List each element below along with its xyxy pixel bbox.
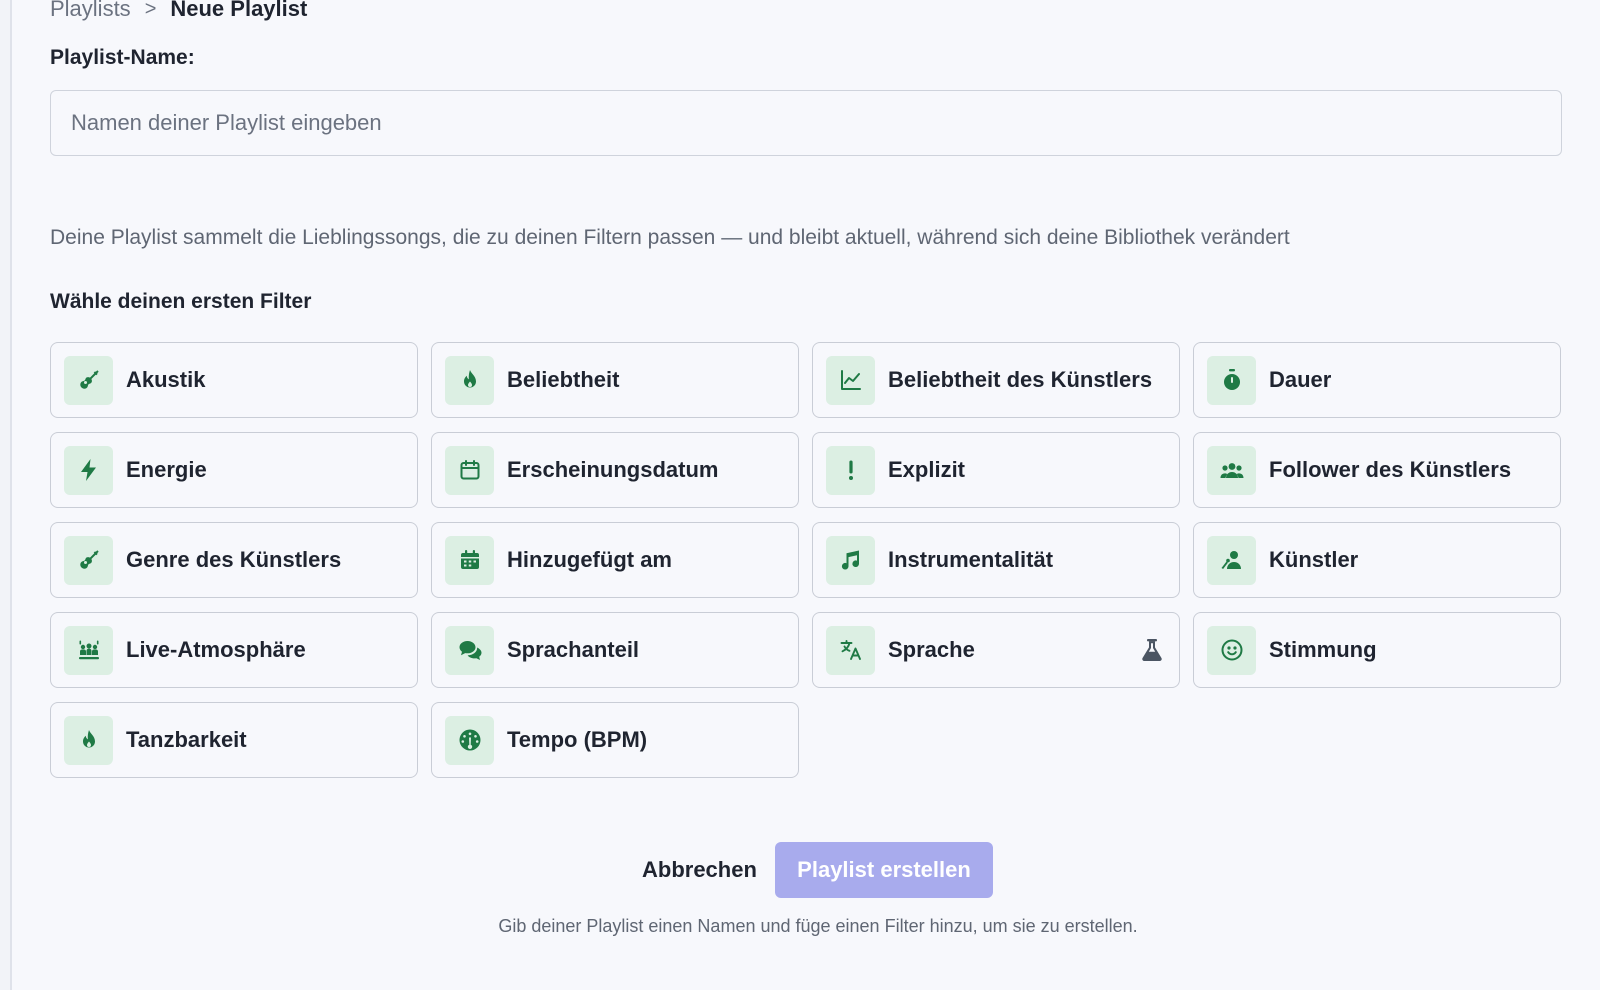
form-actions: Abbrechen Playlist erstellen	[50, 842, 1562, 898]
filter-option-sprache[interactable]: Sprache	[812, 612, 1180, 688]
filter-option-label: Energie	[126, 457, 207, 482]
filter-option-label: Genre des Künstlers	[126, 547, 342, 572]
filter-option-label: Tempo (BPM)	[507, 727, 648, 752]
chart-line-icon	[826, 355, 875, 405]
filter-option-tempo-bpm[interactable]: Tempo (BPM)	[431, 702, 799, 778]
filter-option-label: Live-Atmosphäre	[126, 637, 306, 662]
gauge-icon	[445, 715, 494, 765]
artist-icon	[1207, 535, 1256, 585]
breadcrumb: Playlists > Neue Playlist	[50, 0, 307, 24]
left-sidebar-edge	[0, 0, 12, 990]
translate-icon	[826, 625, 875, 675]
filter-option-label: Instrumentalität	[888, 547, 1054, 572]
smiley-icon	[1207, 625, 1256, 675]
flame-icon	[64, 715, 113, 765]
filter-option-akustik[interactable]: Akustik	[50, 342, 418, 418]
playlist-name-input[interactable]	[50, 90, 1562, 156]
lightning-icon	[64, 445, 113, 495]
guitar-icon	[64, 535, 113, 585]
playlist-name-label: Playlist-Name:	[50, 46, 195, 69]
filter-option-instrumentalitaet[interactable]: Instrumentalität	[812, 522, 1180, 598]
filter-option-tanzbarkeit[interactable]: Tanzbarkeit	[50, 702, 418, 778]
filter-option-label: Beliebtheit des Künstlers	[888, 367, 1153, 392]
filter-option-label: Stimmung	[1269, 637, 1377, 662]
filter-option-label: Dauer	[1269, 367, 1332, 392]
create-playlist-button[interactable]: Playlist erstellen	[775, 842, 993, 898]
filter-option-label: Sprache	[888, 637, 975, 662]
exclamation-icon	[826, 445, 875, 495]
filter-option-sprachanteil[interactable]: Sprachanteil	[431, 612, 799, 688]
flame-icon	[445, 355, 494, 405]
create-hint-text: Gib deiner Playlist einen Namen und füge…	[498, 916, 1138, 936]
audience-icon	[64, 625, 113, 675]
filter-option-energie[interactable]: Energie	[50, 432, 418, 508]
filter-option-label: Hinzugefügt am	[507, 547, 672, 572]
filter-option-follower-des-kuenstlers[interactable]: Follower des Künstlers	[1193, 432, 1561, 508]
breadcrumb-playlists-link[interactable]: Playlists	[50, 0, 131, 24]
filter-option-genre-des-kuenstlers[interactable]: Genre des Künstlers	[50, 522, 418, 598]
calendar-filled-icon	[445, 535, 494, 585]
users-icon	[1207, 445, 1256, 495]
filter-option-dauer[interactable]: Dauer	[1193, 342, 1561, 418]
filter-option-explizit[interactable]: Explizit	[812, 432, 1180, 508]
filter-option-beliebtheit[interactable]: Beliebtheit	[431, 342, 799, 418]
filter-option-label: Follower des Künstlers	[1269, 457, 1512, 482]
create-hint: Gib deiner Playlist einen Namen und füge…	[50, 916, 1562, 937]
filter-option-label: Explizit	[888, 457, 966, 482]
filter-option-label: Beliebtheit	[507, 367, 620, 392]
filter-heading: Wähle deinen ersten Filter	[50, 290, 312, 313]
chat-bubbles-icon	[445, 625, 494, 675]
filter-option-label: Tanzbarkeit	[126, 727, 247, 752]
filter-option-erscheinungsdatum[interactable]: Erscheinungsdatum	[431, 432, 799, 508]
cancel-button[interactable]: Abbrechen	[642, 842, 757, 898]
filter-option-label: Künstler	[1269, 547, 1359, 572]
filter-option-label: Erscheinungsdatum	[507, 457, 719, 482]
calendar-outline-icon	[445, 445, 494, 495]
filter-option-label: Sprachanteil	[507, 637, 640, 662]
playlist-description: Deine Playlist sammelt die Lieblingssong…	[50, 226, 1290, 249]
breadcrumb-current: Neue Playlist	[170, 0, 308, 21]
filter-option-hinzugefuegt-am[interactable]: Hinzugefügt am	[431, 522, 799, 598]
filter-option-kuenstler[interactable]: Künstler	[1193, 522, 1561, 598]
filter-option-label: Akustik	[126, 367, 206, 392]
filter-option-live-atmosphaere[interactable]: Live-Atmosphäre	[50, 612, 418, 688]
chevron-right-icon: >	[144, 0, 157, 20]
filter-option-stimmung[interactable]: Stimmung	[1193, 612, 1561, 688]
filter-grid: Akustik Beliebtheit Beliebtheit des Künstl…	[50, 342, 1562, 778]
flask-icon	[1141, 638, 1163, 662]
music-note-icon	[826, 535, 875, 585]
filter-option-beliebtheit-des-kuenstlers[interactable]: Beliebtheit des Künstlers	[812, 342, 1180, 418]
guitar-icon	[64, 355, 113, 405]
stopwatch-icon	[1207, 355, 1256, 405]
